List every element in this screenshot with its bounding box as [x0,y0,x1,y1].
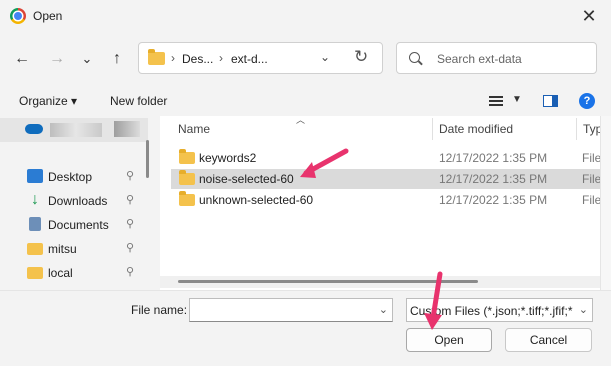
cloud-icon [25,124,43,134]
documents-icon [29,217,41,231]
sidebar-item-documents[interactable]: Documents ⚲ [0,213,148,237]
back-button[interactable]: ← [11,48,33,70]
pin-icon: ⚲ [126,266,135,278]
chevron-down-icon[interactable]: ⌄ [379,303,388,316]
column-header-date[interactable]: Date modified [439,122,513,136]
pin-icon: ⚲ [126,170,135,182]
desktop-icon [27,169,43,183]
column-divider[interactable] [576,118,577,140]
sidebar-item-desktop[interactable]: Desktop ⚲ [0,165,148,189]
redacted-label [50,123,102,137]
folder-icon [27,243,43,255]
chevron-right-icon: › [171,51,175,65]
recent-locations-button[interactable]: ⌄ [76,48,98,70]
sidebar-item-downloads[interactable]: ↓ Downloads ⚲ [0,189,148,213]
pin-icon: ⚲ [126,194,135,206]
sort-ascending-icon: ︿ [296,115,306,125]
preview-pane-icon[interactable] [543,95,558,107]
redacted-label [114,121,140,137]
file-row[interactable]: unknown-selected-60 12/17/2022 1:35 PM F… [171,190,611,210]
file-name-label: File name: [131,303,188,317]
search-box[interactable]: Search ext-data [396,42,597,74]
refresh-icon[interactable]: ↻ [354,47,368,67]
organize-button[interactable]: Organize ▾ [19,94,77,108]
file-row-selected[interactable]: noise-selected-60 12/17/2022 1:35 PM Fil… [171,169,611,189]
folder-icon [148,49,165,65]
chevron-down-icon[interactable]: ⌄ [320,50,330,64]
file-name: keywords2 [199,151,257,165]
download-icon: ↓ [31,191,39,208]
sidebar-item-onedrive[interactable] [0,118,148,142]
navigation-pane: Desktop ⚲ ↓ Downloads ⚲ Documents ⚲ mits… [0,116,148,290]
window-title: Open [33,9,63,23]
address-bar[interactable]: › Des... › ext-d... ⌄ ↻ [138,42,383,74]
horizontal-scrollbar[interactable] [160,276,600,288]
pin-icon: ⚲ [126,242,135,254]
breadcrumb-desktop[interactable]: Des... [182,52,213,66]
sidebar-item-label: local [48,266,73,280]
forward-button[interactable]: → [46,48,68,70]
file-name-field[interactable]: ⌄ [189,298,393,322]
sidebar-item-label: mitsu [48,242,77,256]
file-date: 12/17/2022 1:35 PM [439,193,548,207]
view-list-icon[interactable] [489,96,503,106]
folder-icon [179,149,195,164]
sidebar-item-mitsu[interactable]: mitsu ⚲ [0,237,148,261]
search-input[interactable]: Search ext-data [437,52,522,66]
pin-icon: ⚲ [126,218,135,230]
sidebar-scrollbar[interactable] [146,140,149,178]
file-date: 12/17/2022 1:35 PM [439,151,548,165]
file-row[interactable]: keywords2 12/17/2022 1:35 PM File fo [171,148,611,168]
cancel-button[interactable]: Cancel [505,328,592,352]
breadcrumb-ext-data[interactable]: ext-d... [231,52,268,66]
chevron-right-icon: › [219,51,223,65]
file-name: unknown-selected-60 [199,193,314,207]
chrome-icon [10,8,26,24]
title-bar: Open ✕ [0,0,611,32]
file-type-filter-value: Custom Files (*.json;*.tiff;*.jfif;* [410,304,573,318]
sidebar-item-label: Downloads [48,194,108,208]
open-button[interactable]: Open [406,328,492,352]
help-icon[interactable]: ? [579,93,595,109]
scrollbar-thumb[interactable] [178,280,478,283]
new-folder-button[interactable]: New folder [110,94,167,108]
chevron-down-icon[interactable]: ⌄ [579,303,588,316]
sidebar-item-local[interactable]: local ⚲ [0,261,148,285]
column-header-name[interactable]: Name [178,122,210,136]
chevron-down-icon[interactable]: ▼ [512,94,522,105]
vertical-scrollbar[interactable] [600,116,611,290]
file-name: noise-selected-60 [199,172,294,186]
search-icon [409,52,420,63]
folder-icon [179,170,195,185]
file-date: 12/17/2022 1:35 PM [439,172,548,186]
column-divider[interactable] [432,118,433,140]
sidebar-item-label: Desktop [48,170,93,184]
folder-icon [179,191,195,206]
sidebar-item-label: Documents [48,218,109,232]
file-type-filter[interactable]: Custom Files (*.json;*.tiff;*.jfif;* ⌄ [406,298,593,322]
up-button[interactable]: ↑ [106,48,128,70]
close-button[interactable]: ✕ [567,0,611,32]
folder-icon [27,267,43,279]
